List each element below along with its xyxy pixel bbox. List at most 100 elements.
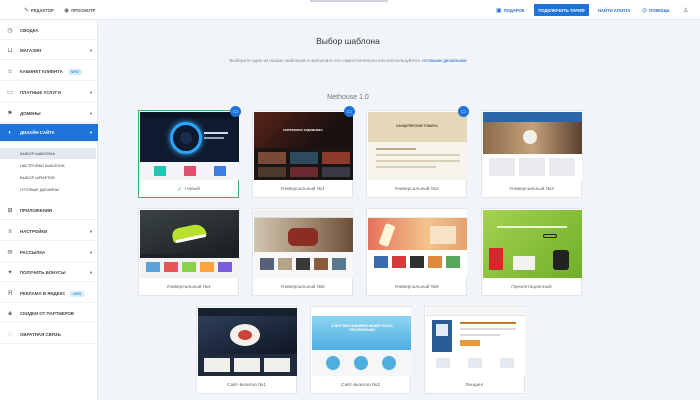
sidebar-subitem-fonts[interactable]: Выбор шрифтов: [0, 172, 96, 183]
template-label: Презентационный: [482, 278, 581, 296]
template-name: Универсальный №2: [394, 186, 439, 192]
template-label: Универсальный №4: [139, 278, 238, 296]
chat-icon: ◌: [8, 331, 12, 338]
sidebar-item-yandex-ads[interactable]: Я Реклама в Яндекс NEW: [0, 285, 98, 303]
page-subtitle: Выберите один из наших шаблонов и заполн…: [98, 58, 598, 63]
mail-icon: ✉: [7, 250, 13, 256]
sidebar-subitem-template-settings[interactable]: Настройки шаблона: [0, 160, 96, 171]
template-name: Лендинг: [465, 382, 484, 388]
chevron-down-icon: ▼: [89, 250, 93, 255]
adaptive-monitor-icon: ▭: [230, 106, 241, 117]
find-agent-link[interactable]: Найти агента: [598, 6, 630, 14]
sidebar-item-apps[interactable]: ⊞ Приложения: [0, 202, 98, 220]
template-thumbnail: КАНЦЕЛЯРСКИЕ ТОВАРЫ: [368, 112, 467, 180]
page-title: Выбор шаблона: [316, 36, 380, 46]
cart-icon: ⊔: [7, 48, 13, 54]
sliders-icon: ≡: [8, 228, 12, 235]
template-card-universal-5[interactable]: Универсальный №5: [252, 208, 353, 296]
template-label: Универсальный №2: [367, 180, 466, 198]
users-icon: ☺: [6, 68, 14, 75]
template-label: Универсальный №3: [482, 180, 581, 198]
template-card-presentation[interactable]: Презентационный: [481, 208, 582, 296]
sidebar-item-feedback[interactable]: ◌ Обратная связь: [0, 326, 98, 344]
template-name: Сайт-визитка №1: [227, 382, 266, 388]
sidebar-item-label: Сводка: [20, 28, 39, 33]
template-card-universal-4[interactable]: Универсальный №4: [138, 208, 239, 296]
thumb-heading: ПОРТФОЛИО ХУДОЖНИКА: [283, 128, 323, 132]
sidebar-item-bonuses[interactable]: ✦ Получить бонусы ▼: [0, 264, 98, 282]
template-thumbnail: А ВОТ ФОН БАННЕРА МОЖЕТ БЫТЬ ПРОЗРАЧНЫМ!: [312, 308, 411, 376]
pencil-icon: ✎: [24, 7, 30, 14]
template-card-universal-6[interactable]: Универсальный №6: [366, 208, 467, 296]
template-thumbnail: [140, 112, 239, 180]
editor-label: Редактор: [31, 7, 54, 13]
subtitle-text: Выберите один из наших шаблонов и заполн…: [229, 58, 421, 63]
chevron-down-icon: ▼: [89, 270, 93, 275]
template-card-universal-2[interactable]: КАНЦЕЛЯРСКИЕ ТОВАРЫ Универсальный №2 ▭: [366, 106, 469, 198]
template-thumbnail: [198, 308, 297, 376]
template-name: Презентационный: [511, 284, 552, 290]
sidebar-item-label: Настройки: [20, 229, 48, 234]
sidebar-item-label: Дизайн сайта: [20, 130, 55, 135]
user-menu[interactable]: ♙: [683, 6, 688, 14]
chevron-down-icon: ▼: [89, 48, 93, 53]
user-icon: ♙: [683, 7, 689, 14]
brush-icon: ◐: [8, 129, 12, 136]
template-card-universal-1[interactable]: ПОРТФОЛИО ХУДОЖНИКА Универсальный №1 ▭: [252, 106, 355, 198]
template-thumbnail: [483, 210, 582, 278]
template-card-new[interactable]: ✓ Новый ▭: [138, 106, 241, 198]
template-name: Универсальный №1: [280, 186, 325, 192]
sidebar-subitem-ready-designs[interactable]: Готовые дизайны: [0, 184, 96, 195]
ready-designs-link[interactable]: готовыми дизайнами: [422, 58, 467, 63]
flag-icon: ⚑: [7, 111, 13, 117]
help-link[interactable]: ◎ Помощь: [642, 6, 670, 14]
sidebar-item-label: Получить бонусы: [20, 270, 66, 275]
sidebar-item-client-cabinet[interactable]: ☺ Кабинет клиента NEW: [0, 63, 98, 81]
adaptive-monitor-icon: ▭: [344, 106, 355, 117]
new-badge: NEW: [67, 68, 82, 75]
preview-link[interactable]: ◉ Просмотр: [64, 6, 95, 14]
new-badge: NEW: [70, 290, 85, 297]
template-name: Сайт-визитка №2: [341, 382, 380, 388]
sidebar-item-partner-discounts[interactable]: ◈ Скидки от партнеров: [0, 305, 98, 323]
template-thumbnail: [426, 308, 525, 376]
sidebar-subitem-template-select[interactable]: Выбор шаблона: [0, 148, 96, 159]
preview-label: Просмотр: [71, 7, 96, 13]
template-label: Универсальный №6: [367, 278, 466, 296]
sidebar-item-shop[interactable]: ⊔ Магазин ▼: [0, 42, 98, 60]
connect-tariff-button[interactable]: Подключить тариф: [534, 4, 589, 16]
help-label: Помощь: [649, 7, 670, 13]
template-group-title: Nethouse 1.0: [327, 94, 369, 101]
template-card-business-card-1[interactable]: Сайт-визитка №1: [196, 306, 297, 394]
sidebar-item-label: Домены: [20, 111, 41, 116]
check-icon: ✓: [177, 186, 183, 193]
template-card-business-card-2[interactable]: А ВОТ ФОН БАННЕРА МОЖЕТ БЫТЬ ПРОЗРАЧНЫМ!…: [310, 306, 411, 394]
template-label: Универсальный №5: [253, 278, 352, 296]
editor-link[interactable]: ✎ Редактор: [24, 6, 54, 14]
sidebar-item-label: Магазин: [20, 48, 42, 53]
sidebar-item-label: Обратная связь: [20, 332, 61, 337]
template-name: Универсальный №6: [394, 284, 439, 290]
help-icon: ◎: [642, 7, 648, 14]
sidebar-item-domains[interactable]: ⚑ Домены ▼: [0, 105, 98, 123]
gift-link[interactable]: ▣ Подарок: [496, 6, 524, 14]
template-label: ✓ Новый: [139, 180, 238, 198]
sidebar-item-label: Рассылка: [20, 250, 46, 255]
template-card-landing[interactable]: Лендинг: [424, 306, 525, 394]
template-thumbnail: [483, 112, 582, 180]
template-card-universal-3[interactable]: Универсальный №3: [481, 110, 582, 198]
gift-icon: ✦: [7, 270, 13, 276]
chevron-down-icon: ▼: [89, 90, 93, 95]
sidebar-item-settings[interactable]: ≡ Настройки ▼: [0, 223, 98, 241]
eye-icon: ◉: [64, 7, 70, 14]
template-label: Универсальный №1: [253, 180, 352, 198]
sidebar-item-label: Скидки от партнеров: [20, 311, 74, 316]
sidebar-item-site-design[interactable]: ◐ Дизайн сайта ▼: [0, 124, 98, 142]
thumb-heading: А ВОТ ФОН БАННЕРА МОЖЕТ БЫТЬ ПРОЗРАЧНЫМ!: [331, 324, 393, 332]
sidebar-item-mailing[interactable]: ✉ Рассылка ▼: [0, 244, 98, 262]
sidebar-item-paid-services[interactable]: ▭ Платные услуги ▼: [0, 84, 98, 102]
template-name: Новый: [185, 186, 200, 192]
chevron-down-icon: ▼: [89, 229, 93, 234]
sidebar-item-summary[interactable]: ◷ Сводка: [0, 22, 98, 40]
sidebar-item-label: Кабинет клиента: [20, 69, 63, 74]
